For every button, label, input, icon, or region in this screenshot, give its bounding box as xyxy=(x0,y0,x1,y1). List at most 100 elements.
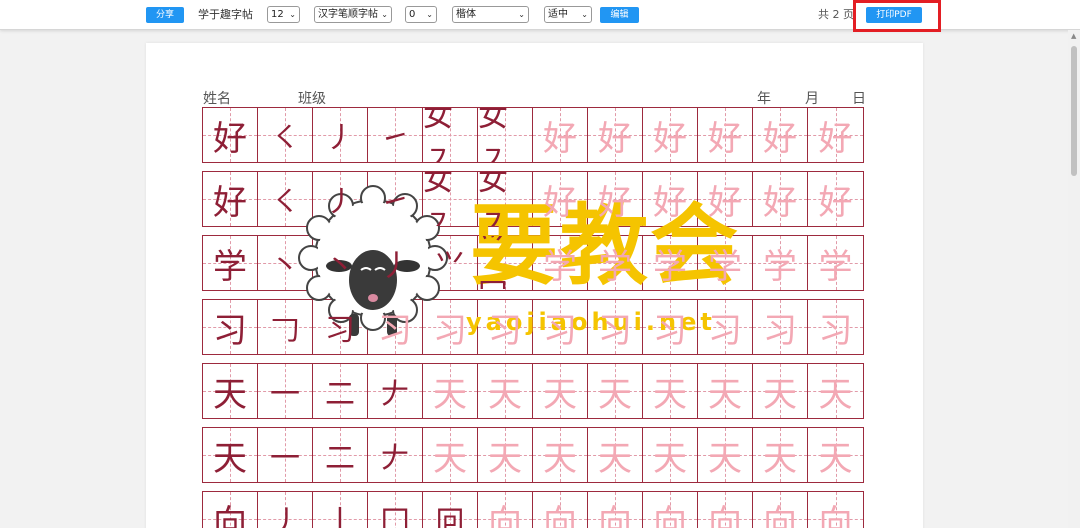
fit-select[interactable]: 适中 ⌄ xyxy=(544,6,592,23)
practice-character: 𠃌 xyxy=(270,313,300,348)
grid-row: 习𠃌习习习习习习习习习习 xyxy=(202,299,864,355)
practice-character: 天 xyxy=(818,374,853,415)
practice-character: 向 xyxy=(818,502,853,528)
practice-character: 学 xyxy=(543,246,577,287)
grid-cell: 天 xyxy=(808,364,863,418)
chevron-down-icon: ⌄ xyxy=(426,10,433,19)
grid-cell: 天 xyxy=(698,428,753,482)
grid-cell: 丨 xyxy=(313,492,368,528)
grid-cell: 天 xyxy=(203,364,258,418)
type-select[interactable]: 汉字笔顺字帖 ⌄ xyxy=(314,6,392,23)
grid-cell: 好 xyxy=(698,108,753,162)
grid-cell: 学 xyxy=(643,236,698,290)
type-select-value: 汉字笔顺字帖 xyxy=(318,9,378,20)
grid-cell: ㇀ xyxy=(368,172,423,226)
practice-character: 向 xyxy=(763,502,797,528)
grid-cell: 天 xyxy=(588,428,643,482)
grid-cell: 天 xyxy=(643,364,698,418)
size-select-value: 12 xyxy=(271,9,284,20)
practice-character: 向 xyxy=(708,502,742,528)
grid-cell: ㇀ xyxy=(368,108,423,162)
grid-cell: 天 xyxy=(423,364,478,418)
practice-character: 习 xyxy=(433,310,467,351)
grid-cell: 丿 xyxy=(258,492,313,528)
grid-cell: 天 xyxy=(423,428,478,482)
practice-character: 一 xyxy=(270,377,300,412)
practice-character: 好 xyxy=(653,118,687,159)
grid-cell: ㇓ xyxy=(313,108,368,162)
font-select[interactable]: 楷体 ⌄ xyxy=(452,6,529,23)
grid-cell: 习 xyxy=(203,300,258,354)
grid-cell: ㇓ xyxy=(313,172,368,226)
practice-character: 𠂇 xyxy=(380,377,410,412)
grid-cell: ⺍ xyxy=(423,236,478,290)
share-button[interactable]: 分享 xyxy=(146,7,184,23)
grid-cell: 一 xyxy=(258,428,313,482)
practice-character: 习 xyxy=(543,310,577,351)
practice-character: 好 xyxy=(708,118,742,159)
practice-character: 向 xyxy=(543,502,577,528)
scrollbar[interactable]: ▲ xyxy=(1068,30,1080,528)
template-label: 学于趣字帖 xyxy=(198,8,253,21)
practice-character: 学 xyxy=(763,246,797,287)
scroll-thumb[interactable] xyxy=(1071,46,1077,176)
grid-cell: 好 xyxy=(753,108,808,162)
grid-cell: 习 xyxy=(588,300,643,354)
grid-cell: ㇛ xyxy=(258,172,313,226)
practice-character: 学 xyxy=(653,246,687,287)
practice-character: 天 xyxy=(653,438,687,479)
practice-character: 好 xyxy=(543,182,577,223)
scroll-up-icon[interactable]: ▲ xyxy=(1071,32,1076,40)
day-label: 日 xyxy=(852,91,866,107)
grid-cell: 学 xyxy=(698,236,753,290)
year-label: 年 xyxy=(757,91,771,107)
grid-row: 向丿丨冂冋向向向向向向向 xyxy=(202,491,864,528)
practice-character: 二 xyxy=(325,441,355,476)
practice-character: 好 xyxy=(653,182,687,223)
practice-character: 丿 xyxy=(380,249,410,284)
practice-character: 一 xyxy=(270,441,300,476)
page-count: 共 2 页 xyxy=(818,8,854,21)
practice-character: 习 xyxy=(708,310,742,351)
size-select[interactable]: 12 ⌄ xyxy=(267,6,300,23)
practice-character: 学 xyxy=(708,246,742,287)
practice-character: 向 xyxy=(488,502,522,528)
name-label: 姓名 xyxy=(203,91,231,107)
practice-character: 天 xyxy=(543,374,577,415)
grid-cell: 丶 xyxy=(313,236,368,290)
practice-character: 女㇇ xyxy=(478,172,508,226)
model-character: 向 xyxy=(213,502,247,528)
model-character: 天 xyxy=(213,374,247,415)
grid-cell: 𠃌 xyxy=(258,300,313,354)
grid-cell: 冂 xyxy=(368,492,423,528)
grid-cell: 好 xyxy=(203,172,258,226)
grid-cell: 好 xyxy=(753,172,808,226)
grid-cell: 天 xyxy=(478,428,533,482)
grid-cell: ⺍冖 xyxy=(478,236,533,290)
practice-character: 学 xyxy=(818,246,853,287)
grid-cell: 好 xyxy=(808,108,863,162)
practice-character: 习 xyxy=(378,310,412,351)
print-button-highlight xyxy=(853,0,941,32)
chevron-down-icon: ⌄ xyxy=(289,10,296,19)
grid-cell: 向 xyxy=(808,492,863,528)
edit-button[interactable]: 编辑 xyxy=(600,7,639,23)
practice-character: 天 xyxy=(763,374,797,415)
count-select[interactable]: 0 ⌄ xyxy=(405,6,437,23)
practice-character: 𠂇 xyxy=(380,441,410,476)
grid-cell: 好 xyxy=(588,108,643,162)
grid-cell: 女㇇ xyxy=(478,172,533,226)
grid-row: 好㇛㇓㇀女㇇ 女㇇好好好好好好 xyxy=(202,171,864,227)
practice-character: 学 xyxy=(598,246,632,287)
practice-character: 天 xyxy=(598,438,632,479)
font-select-value: 楷体 xyxy=(456,9,476,20)
practice-character: ㇛ xyxy=(270,185,300,220)
model-character: 学 xyxy=(213,246,247,287)
model-character: 天 xyxy=(213,438,247,479)
grid-cell: 习 xyxy=(478,300,533,354)
grid-cell: 习 xyxy=(698,300,753,354)
month-label: 月 xyxy=(805,91,819,107)
practice-character: 好 xyxy=(543,118,577,159)
grid-cell: 女㇇ xyxy=(423,108,478,162)
grid-cell: 好 xyxy=(588,172,643,226)
